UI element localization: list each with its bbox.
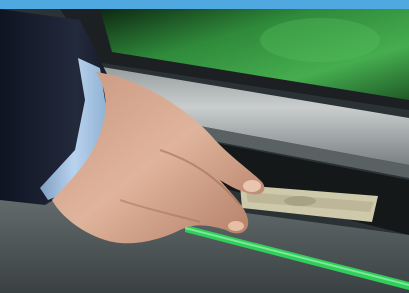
thumbnail — [243, 180, 261, 192]
atm-withdrawal-photo — [0, 0, 409, 293]
photo-illustration — [0, 0, 409, 293]
top-blue-band — [0, 0, 409, 9]
screen-glow — [260, 18, 380, 62]
banknote-portrait — [284, 196, 316, 206]
fingernail — [228, 221, 244, 231]
